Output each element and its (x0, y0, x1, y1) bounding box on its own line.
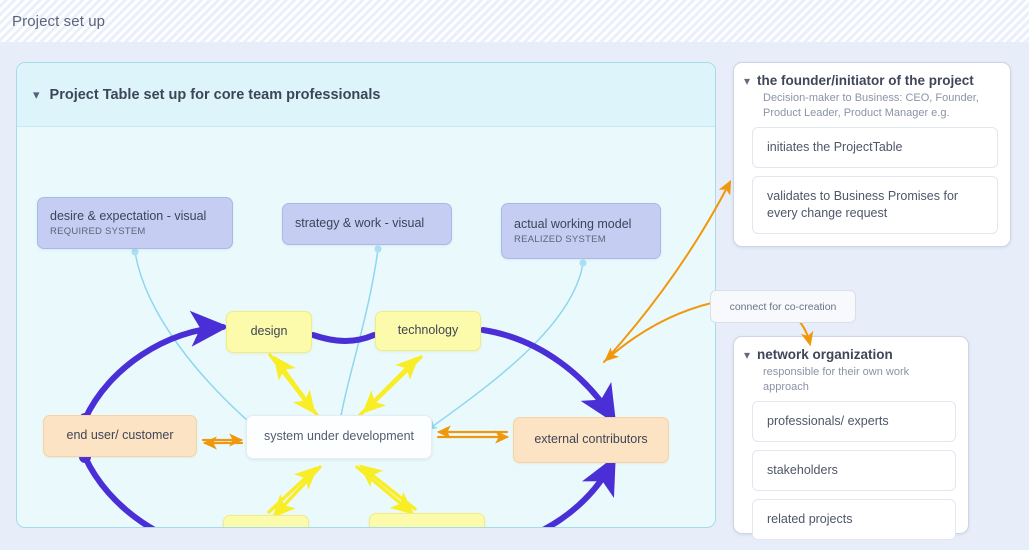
node-actual-working-model[interactable]: actual working model REALIZED SYSTEM (501, 203, 661, 259)
node-end-user-customer[interactable]: end user/ customer (43, 415, 197, 457)
panel-founder-initiator: ▾ the founder/initiator of the project D… (733, 62, 1011, 247)
node-title: external contributors (534, 432, 648, 447)
list-item[interactable]: related projects (752, 498, 956, 540)
diagram-edges (79, 245, 617, 527)
panel-network-organization: ▾ network organization responsible for t… (733, 336, 969, 540)
float-label-text: connect for co-creation (729, 300, 837, 313)
panel-item-list: initiates the ProjectTable validates to … (734, 121, 1010, 252)
connect-for-cocreation-label[interactable]: connect for co-creation (710, 290, 856, 323)
panel-subtitle: responsible for their own work approach (763, 366, 910, 394)
page-title: Project set up (12, 12, 106, 30)
node-subtitle: REQUIRED SYSTEM (50, 226, 146, 238)
node-title: technology (397, 323, 459, 338)
node-quality[interactable]: Quality (223, 515, 309, 527)
canvas-header[interactable]: ▾ Project Table set up for core team pro… (17, 63, 715, 127)
node-external-contributors[interactable]: external contributors (513, 417, 669, 463)
node-design[interactable]: design (226, 311, 312, 353)
panel-title: the founder/initiator of the project (757, 73, 974, 88)
canvas-title: Project Table set up for core team profe… (49, 86, 381, 103)
node-subtitle: REALIZED SYSTEM (514, 234, 606, 246)
panel-item-list: professionals/ experts stakeholders rela… (734, 395, 968, 550)
list-item[interactable]: professionals/ experts (752, 400, 956, 442)
canvas-body (17, 127, 715, 527)
list-item[interactable]: validates to Business Promises for every… (752, 175, 998, 234)
list-item[interactable]: initiates the ProjectTable (752, 126, 998, 168)
node-title: design (250, 324, 288, 339)
node-title: end user/ customer (66, 428, 174, 443)
node-title: strategy & work - visual (295, 216, 425, 231)
list-item[interactable]: stakeholders (752, 449, 956, 491)
project-table-canvas: ▾ Project Table set up for core team pro… (16, 62, 716, 528)
panel-header[interactable]: ▾ the founder/initiator of the project (734, 63, 1010, 89)
node-title: desire & expectation - visual (50, 208, 207, 223)
node-technology[interactable]: technology (375, 311, 481, 351)
chevron-down-icon[interactable]: ▾ (33, 88, 40, 101)
chevron-down-icon[interactable]: ▾ (744, 347, 750, 363)
node-desire-expectation[interactable]: desire & expectation - visual REQUIRED S… (37, 197, 233, 249)
panel-subtitle: Decision-maker to Business: CEO, Founder… (763, 92, 979, 120)
node-strategy-work[interactable]: strategy & work - visual (282, 203, 452, 245)
node-system-under-development[interactable]: system under development (246, 415, 432, 459)
node-orchestration[interactable]: Orchestration (369, 513, 485, 528)
chevron-down-icon[interactable]: ▾ (744, 73, 750, 89)
panel-header[interactable]: ▾ network organization (734, 337, 968, 363)
node-title: Orchestration (389, 527, 464, 528)
panel-title: network organization (757, 347, 893, 362)
node-title: system under development (263, 429, 415, 444)
app-header: Project set up (0, 0, 1029, 42)
node-title: actual working model (514, 216, 632, 231)
